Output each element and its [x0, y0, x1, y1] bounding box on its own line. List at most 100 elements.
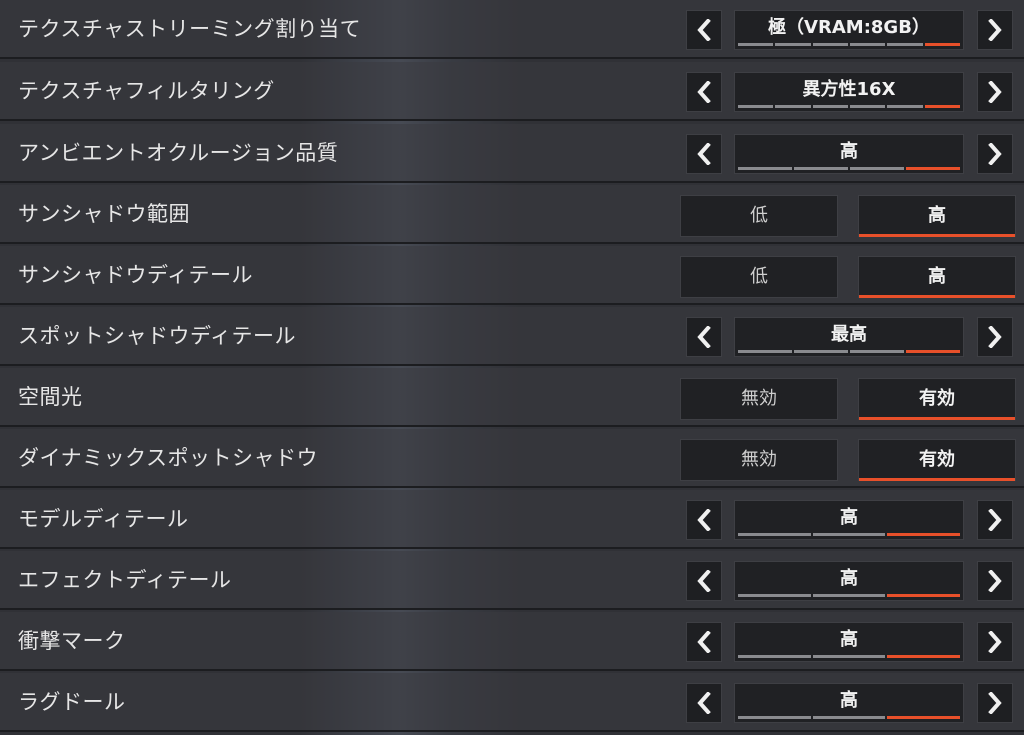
setting-label: ダイナミックスポットシャドウ [18, 446, 318, 470]
chevron-left-icon [697, 509, 711, 531]
setting-label: テクスチャフィルタリング [18, 79, 275, 103]
level-tick-active [924, 43, 960, 46]
option-value: 高 [840, 568, 858, 589]
level-tick [738, 43, 774, 46]
chevron-left-icon [697, 692, 711, 714]
option-value-display: 高 [734, 561, 964, 601]
level-tick [738, 350, 792, 353]
setting-row: モデルディテール 高 [0, 490, 1024, 549]
setting-row: アンビエントオクルージョン品質 高 [0, 124, 1024, 183]
chevron-right-icon [988, 143, 1002, 165]
setting-row: 衝撃マーク 高 [0, 612, 1024, 671]
next-option-button[interactable] [977, 500, 1013, 540]
level-tick [887, 43, 923, 46]
graphics-settings-panel: テクスチャストリーミング割り当て 極（VRAM:8GB） テクスチャフィルタリング 異… [0, 0, 1024, 735]
chevron-right-icon [988, 509, 1002, 531]
option-label: 無効 [741, 388, 777, 409]
level-tick [775, 43, 811, 46]
option-value: 高 [840, 507, 858, 528]
level-tick [794, 167, 848, 170]
setting-row: スポットシャドウディテール 最高 [0, 307, 1024, 366]
option-value: 高 [840, 629, 858, 650]
option-button[interactable]: 低 [680, 195, 838, 237]
chevron-right-icon [988, 81, 1002, 103]
chevron-right-icon [988, 570, 1002, 592]
setting-label: サンシャドウ範囲 [18, 202, 190, 226]
option-label: 高 [928, 266, 946, 287]
selected-underline [859, 295, 1015, 298]
setting-row: ラグドール 高 [0, 673, 1024, 732]
option-button-selected[interactable]: 有効 [858, 439, 1016, 481]
setting-label: モデルディテール [18, 507, 189, 531]
previous-option-button[interactable] [686, 622, 722, 662]
option-button-selected[interactable]: 有効 [858, 378, 1016, 420]
chevron-right-icon [988, 631, 1002, 653]
previous-option-button[interactable] [686, 500, 722, 540]
level-tick [812, 43, 848, 46]
setting-row: テクスチャフィルタリング 異方性16X [0, 62, 1024, 121]
level-tick [794, 350, 848, 353]
option-label: 有効 [919, 388, 955, 409]
level-tick [887, 105, 923, 108]
previous-option-button[interactable] [686, 10, 722, 50]
option-button-selected[interactable]: 高 [858, 195, 1016, 237]
option-value-display: 異方性16X [734, 72, 964, 112]
next-option-button[interactable] [977, 317, 1013, 357]
level-indicator [735, 655, 963, 658]
level-tick-active [906, 167, 960, 170]
level-tick [849, 105, 886, 108]
next-option-button[interactable] [977, 683, 1013, 723]
setting-label: サンシャドウディテール [18, 263, 254, 287]
level-tick-active [924, 105, 960, 108]
level-tick-active [887, 655, 961, 658]
level-tick [812, 716, 886, 719]
chevron-left-icon [697, 570, 711, 592]
level-tick [738, 167, 792, 170]
next-option-button[interactable] [977, 561, 1013, 601]
next-option-button[interactable] [977, 134, 1013, 174]
chevron-right-icon [988, 326, 1002, 348]
previous-option-button[interactable] [686, 561, 722, 601]
setting-label: アンビエントオクルージョン品質 [18, 141, 339, 165]
setting-label: 空間光 [18, 385, 83, 409]
option-value: 高 [840, 141, 858, 162]
option-button[interactable]: 無効 [680, 378, 838, 420]
option-value-display: 高 [734, 500, 964, 540]
previous-option-button[interactable] [686, 683, 722, 723]
level-tick-active [887, 594, 961, 597]
option-button[interactable]: 低 [680, 256, 838, 298]
next-option-button[interactable] [977, 10, 1013, 50]
next-option-button[interactable] [977, 72, 1013, 112]
setting-row: ダイナミックスポットシャドウ 無効 有効 [0, 429, 1024, 488]
level-tick [738, 716, 811, 719]
level-tick [738, 655, 811, 658]
setting-row: 空間光 無効 有効 [0, 368, 1024, 427]
previous-option-button[interactable] [686, 134, 722, 174]
option-value-display: 最高 [734, 317, 964, 357]
selected-underline [859, 234, 1015, 237]
level-tick [812, 594, 886, 597]
level-tick [812, 655, 886, 658]
option-value: 高 [840, 690, 858, 711]
level-tick-active [906, 350, 960, 353]
level-tick [850, 167, 904, 170]
chevron-left-icon [697, 631, 711, 653]
setting-row: テクスチャストリーミング割り当て 極（VRAM:8GB） [0, 0, 1024, 59]
level-indicator [735, 167, 963, 170]
option-label: 低 [750, 205, 768, 226]
level-tick-active [887, 533, 961, 536]
option-button[interactable]: 無効 [680, 439, 838, 481]
level-indicator [735, 43, 963, 46]
chevron-left-icon [697, 81, 711, 103]
level-indicator [735, 594, 963, 597]
previous-option-button[interactable] [686, 72, 722, 112]
next-option-button[interactable] [977, 622, 1013, 662]
option-button-selected[interactable]: 高 [858, 256, 1016, 298]
previous-option-button[interactable] [686, 317, 722, 357]
setting-label: テクスチャストリーミング割り当て [18, 17, 362, 41]
setting-label: エフェクトディテール [18, 568, 232, 592]
option-label: 有効 [919, 449, 955, 470]
level-tick-active [887, 716, 961, 719]
level-tick [812, 105, 848, 108]
level-indicator [735, 533, 963, 536]
